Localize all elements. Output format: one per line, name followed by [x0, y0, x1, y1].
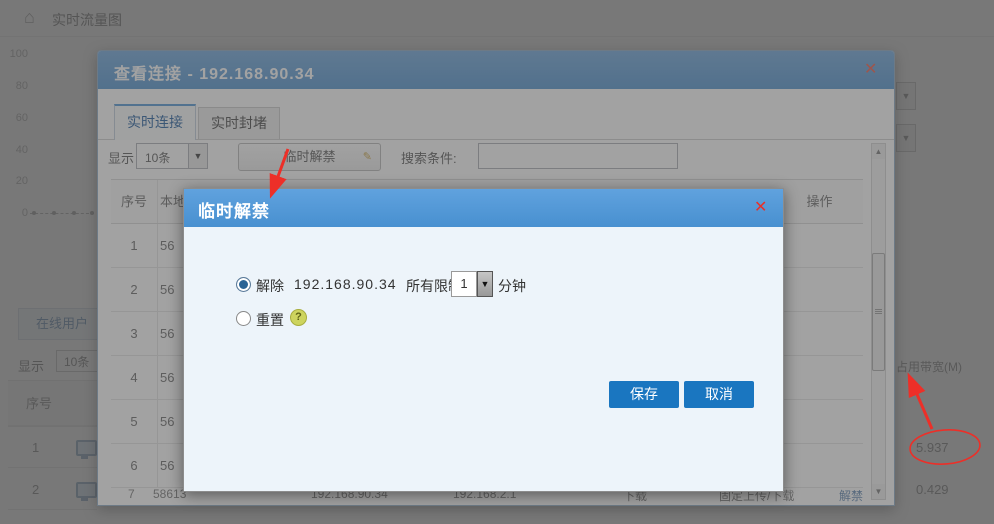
- dialog-header: 临时解禁 ✕: [184, 189, 783, 227]
- radio-unblock[interactable]: [236, 277, 251, 292]
- unblock-prefix: 解除: [256, 276, 284, 296]
- temp-unblock-dialog: 临时解禁 ✕ 解除 192.168.90.34 所有限制 1 ▼ 分钟 重置 ?…: [183, 188, 784, 492]
- unblock-suffix: 分钟: [498, 276, 526, 296]
- close-icon[interactable]: ✕: [754, 197, 767, 217]
- minutes-select[interactable]: 1 ▼: [451, 271, 494, 297]
- radio-reset[interactable]: [236, 311, 251, 326]
- help-icon[interactable]: ?: [290, 309, 307, 326]
- chevron-down-icon[interactable]: ▼: [477, 271, 493, 297]
- reset-label: 重置: [256, 310, 284, 330]
- save-button[interactable]: 保存: [609, 381, 679, 408]
- dialog-title: 临时解禁: [198, 197, 270, 222]
- cancel-button[interactable]: 取消: [684, 381, 754, 408]
- unblock-ip: 192.168.90.34: [294, 276, 397, 292]
